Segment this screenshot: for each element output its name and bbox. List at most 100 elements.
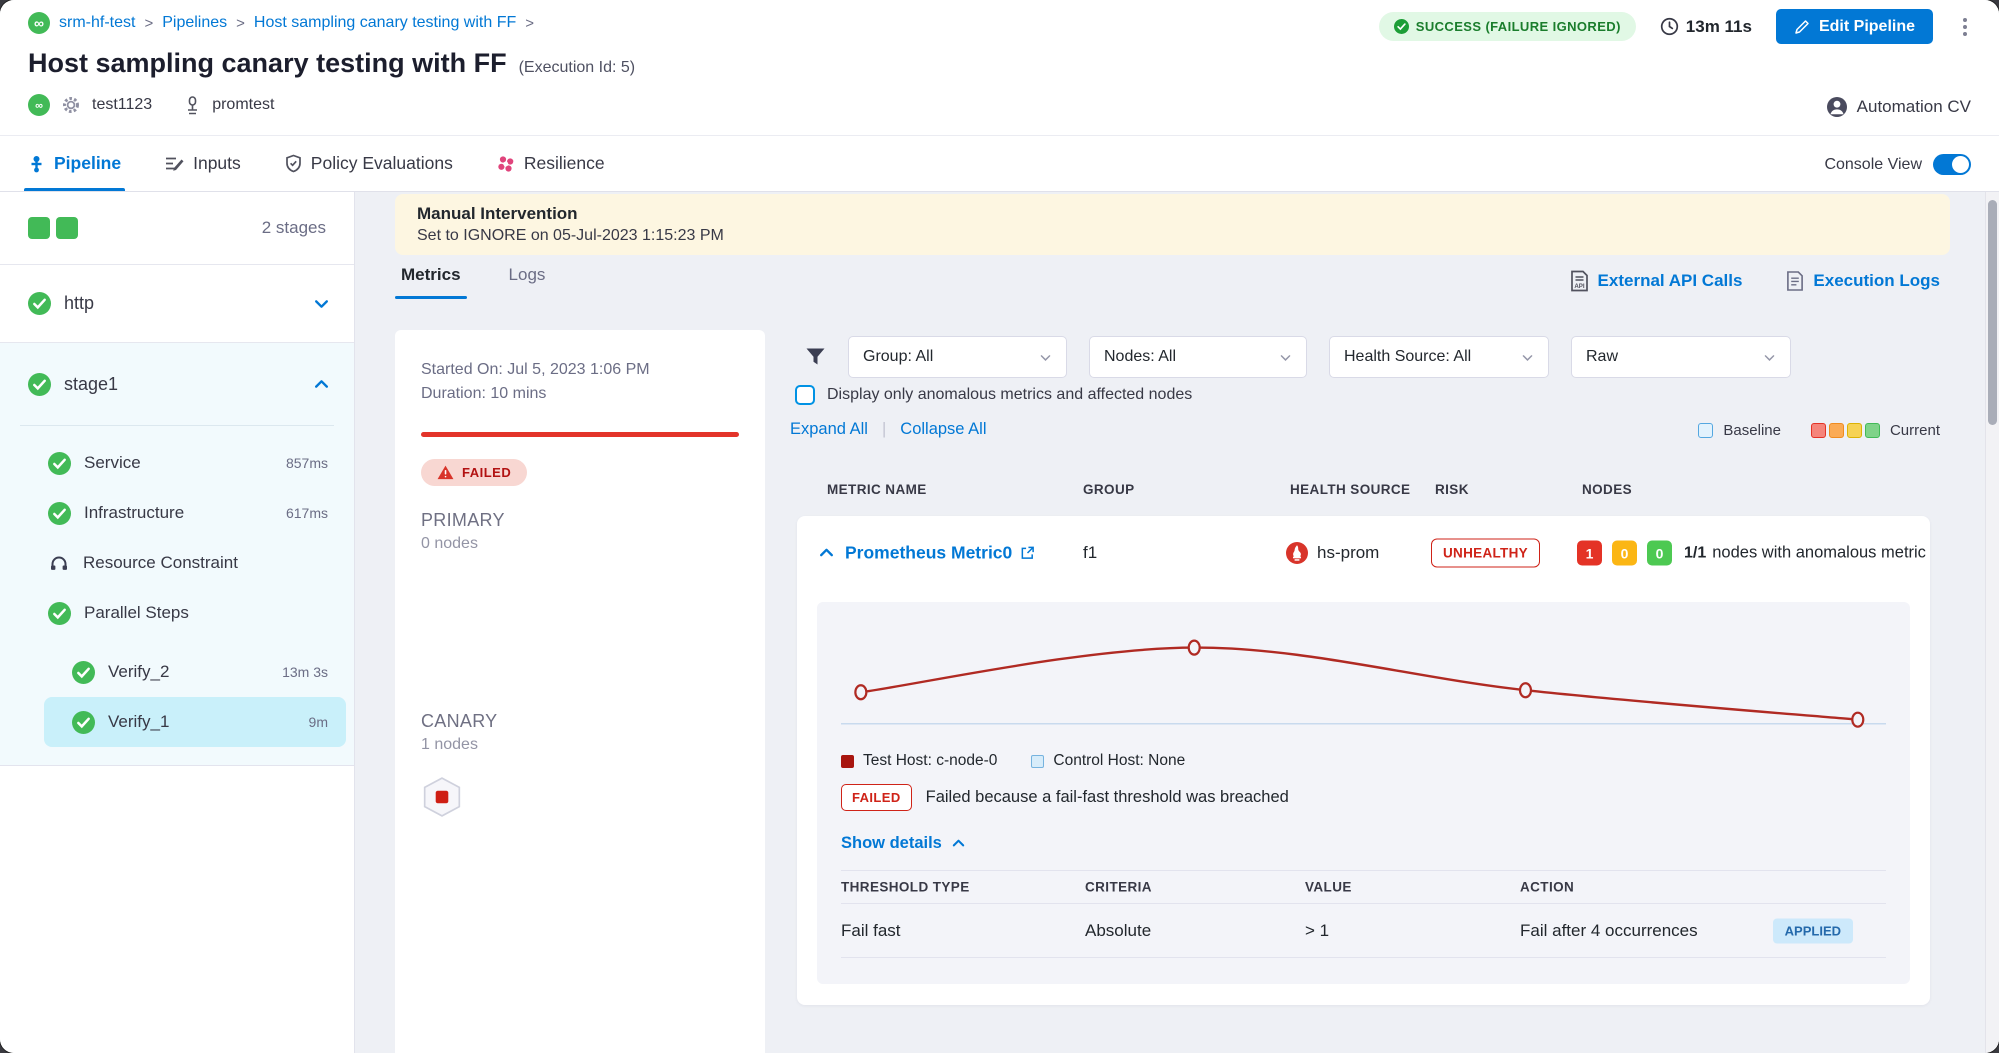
show-details-link[interactable]: Show details [841, 834, 966, 853]
canary-node-hexagon[interactable] [421, 776, 463, 818]
breadcrumb: ∞ srm-hf-test > Pipelines > Host samplin… [28, 12, 534, 34]
more-options-kebab-icon[interactable] [1957, 14, 1973, 40]
chevron-down-icon [1521, 351, 1534, 364]
sidebar-step-verify-2[interactable]: Verify_2 13m 3s [0, 647, 354, 697]
execution-logs-link[interactable]: Execution Logs [1786, 270, 1940, 292]
primary-label: PRIMARY [421, 510, 739, 531]
breadcrumb-pipelines[interactable]: Pipelines [162, 14, 227, 32]
sidebar-step-verify-1-selected[interactable]: Verify_1 9m [44, 697, 346, 747]
metric-name-link[interactable]: Prometheus Metric0 [845, 543, 1035, 564]
threshold-type-cell: Fail fast [841, 921, 901, 941]
canary-node-count: 1 nodes [421, 736, 739, 754]
breadcrumb-project[interactable]: srm-hf-test [59, 14, 135, 32]
breadcrumb-separator: > [236, 15, 245, 32]
svg-text:API: API [1574, 283, 1585, 290]
pipeline-icon [28, 155, 45, 173]
canary-label: CANARY [421, 711, 739, 732]
sidebar-step-service[interactable]: Service 857ms [0, 438, 354, 488]
resource-constraint-icon [48, 552, 70, 574]
collapse-row-chevron-up-icon[interactable] [818, 545, 835, 562]
shield-check-icon [285, 154, 302, 173]
group-filter-value: Group: All [863, 348, 933, 366]
verification-status-badge: FAILED [421, 459, 527, 486]
external-api-calls-label: External API Calls [1598, 271, 1743, 291]
control-host-swatch [1031, 755, 1044, 768]
console-view-toggle[interactable] [1933, 154, 1971, 175]
step-label: Parallel Steps [84, 603, 189, 623]
view-mode-value: Raw [1586, 348, 1618, 366]
group-filter-dropdown[interactable]: Group: All [848, 336, 1067, 378]
sidebar-step-resource-constraint[interactable]: Resource Constraint [0, 538, 354, 588]
success-check-icon [48, 502, 71, 525]
breadcrumb-pipeline-name[interactable]: Host sampling canary testing with FF [254, 14, 516, 32]
duration: Duration: 10 mins [421, 382, 739, 406]
tab-metrics[interactable]: Metrics [401, 265, 461, 299]
environment-name: promtest [212, 96, 274, 114]
collapse-all-link[interactable]: Collapse All [900, 420, 986, 439]
step-duration: 13m 3s [282, 664, 328, 680]
anomalous-only-checkbox[interactable] [795, 385, 815, 405]
node-count-badges: 1 0 0 [1577, 541, 1672, 566]
stage-status-square [28, 217, 50, 239]
step-duration: 857ms [286, 455, 328, 471]
verification-status-label: FAILED [462, 465, 511, 480]
chevron-down-icon [1279, 351, 1292, 364]
col-metric-name: METRIC NAME [827, 482, 927, 497]
show-details-label: Show details [841, 834, 942, 853]
tab-logs[interactable]: Logs [509, 265, 546, 299]
expand-all-link[interactable]: Expand All [790, 420, 868, 439]
step-label: Verify_2 [108, 662, 169, 682]
step-label: Service [84, 453, 141, 473]
tab-resilience[interactable]: Resilience [497, 136, 605, 191]
svg-text:∞: ∞ [35, 100, 43, 112]
edit-pipeline-button[interactable]: Edit Pipeline [1776, 9, 1933, 44]
chevron-down-icon[interactable] [313, 295, 330, 312]
harness-pipeline-execution-page: ∞ srm-hf-test > Pipelines > Host samplin… [0, 0, 1999, 1053]
verification-summary-card: Started On: Jul 5, 2023 1:06 PM Duration… [395, 330, 765, 1053]
external-link-icon [1020, 546, 1035, 561]
chevron-up-icon[interactable] [313, 376, 330, 393]
success-check-icon [28, 292, 51, 315]
execution-id: (Execution Id: 5) [519, 59, 636, 77]
tab-policy-evaluations[interactable]: Policy Evaluations [285, 136, 453, 191]
nodes-filter-dropdown[interactable]: Nodes: All [1089, 336, 1307, 378]
stage-count-label: 2 stages [262, 218, 326, 238]
status-badge: SUCCESS (FAILURE IGNORED) [1379, 12, 1636, 41]
col-threshold-type: THRESHOLD TYPE [841, 880, 970, 895]
vertical-scrollbar[interactable] [1985, 192, 1999, 1053]
console-view-label: Console View [1824, 156, 1922, 174]
top-header: ∞ srm-hf-test > Pipelines > Host samplin… [0, 0, 1999, 135]
tab-pipeline-label: Pipeline [54, 153, 121, 174]
chart-color-legend: Baseline Current [1698, 422, 1940, 439]
test-host-swatch [841, 755, 854, 768]
metric-row-prometheus-metric0[interactable]: Prometheus Metric0 f1 hs-prom UNHEALTHY … [797, 516, 1930, 590]
gear-icon [61, 95, 81, 115]
pencil-icon [1794, 19, 1810, 35]
check-circle-icon [1394, 19, 1409, 34]
test-host-legend: Test Host: c-node-0 [841, 752, 997, 770]
metric-group-cell: f1 [1083, 543, 1097, 563]
scrollbar-thumb[interactable] [1988, 200, 1997, 425]
metric-line-chart [841, 608, 1886, 740]
sidebar-step-parallel-steps[interactable]: Parallel Steps [0, 588, 354, 638]
tab-pipeline[interactable]: Pipeline [28, 136, 121, 191]
analysis-failed-message: Failed because a fail-fast threshold was… [926, 788, 1289, 807]
col-group: GROUP [1083, 482, 1135, 497]
nodes-summary: 1/1nodes with anomalous metric [1684, 544, 1926, 563]
threshold-table: THRESHOLD TYPE CRITERIA VALUE ACTION Fai… [841, 870, 1886, 958]
chevron-down-icon [1763, 351, 1776, 364]
sidebar-stage-stage1[interactable]: stage1 [0, 343, 354, 425]
view-mode-dropdown[interactable]: Raw [1571, 336, 1791, 378]
breadcrumb-separator: > [144, 15, 153, 32]
health-source-filter-dropdown[interactable]: Health Source: All [1329, 336, 1549, 378]
filter-funnel-icon[interactable] [805, 347, 826, 367]
success-check-icon [48, 452, 71, 475]
execution-duration: 13m 11s [1660, 17, 1752, 37]
anomalous-node-count: 1 [1577, 541, 1602, 566]
external-api-calls-link[interactable]: API External API Calls [1570, 270, 1743, 292]
sidebar-step-infrastructure[interactable]: Infrastructure 617ms [0, 488, 354, 538]
sidebar-stage-http[interactable]: http [0, 265, 354, 343]
tab-inputs[interactable]: Inputs [165, 136, 241, 191]
healthy-node-count: 0 [1647, 541, 1672, 566]
col-health-source: HEALTH SOURCE [1290, 482, 1410, 497]
